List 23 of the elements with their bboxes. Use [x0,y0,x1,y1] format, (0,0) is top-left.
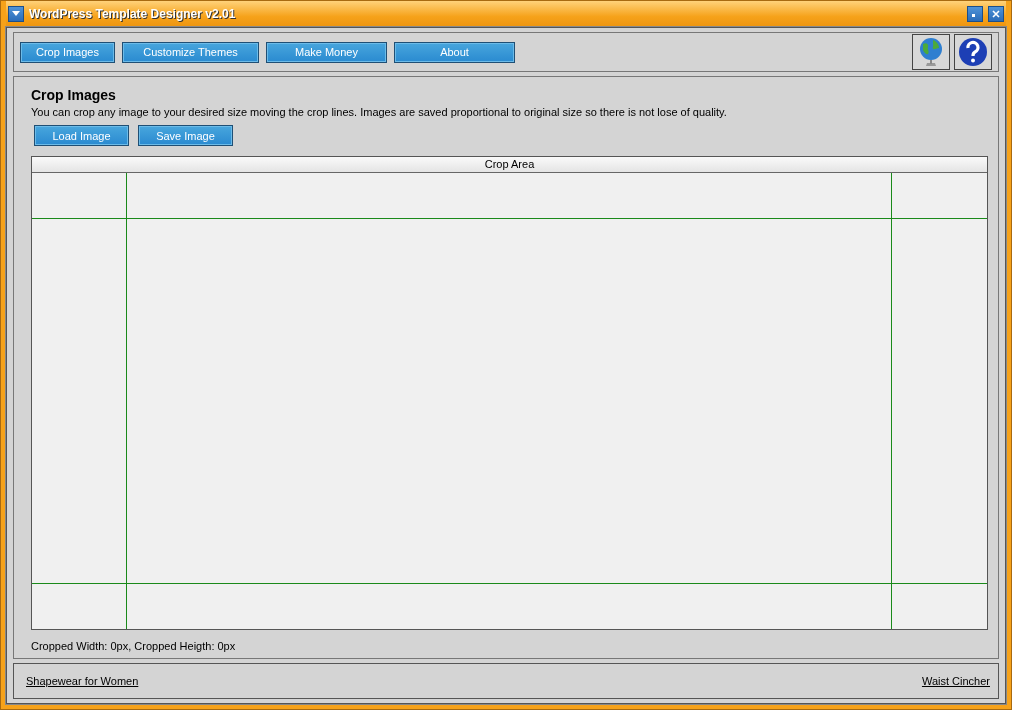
close-icon [992,10,1000,18]
action-button[interactable]: Load Image [34,125,129,146]
section-title: Crop Images [31,87,117,103]
nav-button[interactable]: Make Money [266,41,387,63]
globe-icon [917,36,945,68]
help-icon [958,37,988,67]
window-title: WordPress Template Designer v2.01 [29,7,236,21]
action-button[interactable]: Save Image [138,125,233,146]
close-button[interactable] [988,6,1004,22]
window-menu-button[interactable] [8,6,24,22]
crop-area-header: Crop Area [32,157,987,173]
footer-link[interactable]: Shapewear for Women [26,675,139,687]
description-text: You can crop any image to your desired size moving the crop lines. Images are saved proportional to original size so there is not lose of quality. [31,106,728,118]
nav-button[interactable]: About [394,41,515,63]
help-button[interactable] [954,34,992,70]
crop-size-text: Cropped Width: 0px, Cropped Heigth: 0px [31,640,237,652]
footer-link[interactable]: Waist Cincher [921,675,990,687]
caret-icon [12,11,20,17]
nav-button[interactable]: Crop Images [20,41,115,63]
corner-icon [972,11,978,17]
globe-button[interactable] [912,34,950,70]
nav-button[interactable]: Customize Themes [122,41,259,63]
minimize-button[interactable] [967,6,983,22]
